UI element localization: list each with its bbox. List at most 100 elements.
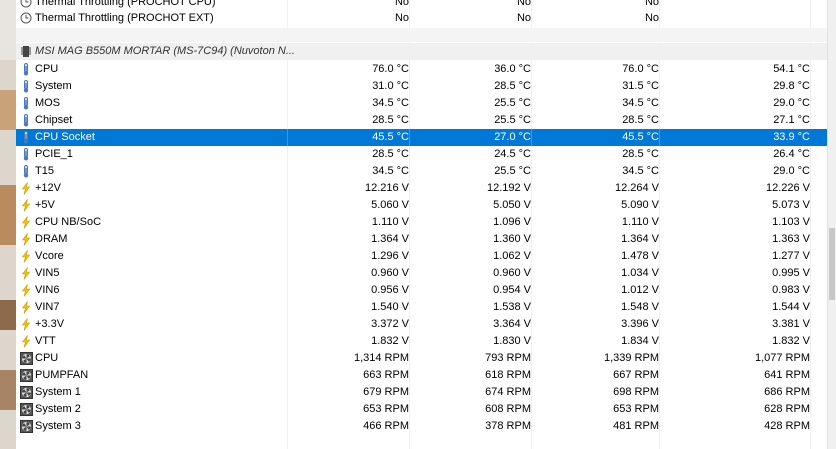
sensor-row[interactable]: +3.3V 3.372 V 3.364 V 3.396 V 3.381 V bbox=[16, 316, 828, 333]
sensor-label: System 3 bbox=[35, 420, 81, 432]
scrollbar-thumb[interactable] bbox=[829, 228, 835, 300]
sensor-label: CPU Socket bbox=[35, 131, 95, 143]
avg-value: 27.1 °C bbox=[773, 114, 810, 126]
scrollbar[interactable] bbox=[827, 0, 836, 449]
max-value: 1.012 V bbox=[621, 284, 659, 296]
sensor-row[interactable]: VIN7 1.540 V 1.538 V 1.548 V 1.544 V bbox=[16, 299, 828, 316]
current-value: 3.372 V bbox=[371, 318, 409, 330]
sensor-label: Vcore bbox=[35, 250, 64, 262]
sensor-row[interactable]: CPU NB/SoC 1.110 V 1.096 V 1.110 V 1.103 V bbox=[16, 214, 828, 231]
max-value: 31.5 °C bbox=[622, 80, 659, 92]
max-value: 1,339 RPM bbox=[603, 352, 659, 364]
sensor-label: VIN7 bbox=[35, 301, 60, 313]
avg-value: 54.1 °C bbox=[773, 63, 810, 75]
current-value: 34.5 °C bbox=[372, 97, 409, 109]
min-value: 27.0 °C bbox=[494, 131, 531, 143]
clock-icon bbox=[20, 0, 32, 9]
sensor-row[interactable]: CPU 1,314 RPM 793 RPM 1,339 RPM 1,077 RPM bbox=[16, 350, 828, 367]
sensor-row[interactable]: VTT 1.832 V 1.830 V 1.834 V 1.832 V bbox=[16, 333, 828, 350]
clock-icon bbox=[20, 12, 32, 25]
min-value: 25.5 °C bbox=[494, 97, 531, 109]
sensor-label: CPU bbox=[35, 352, 59, 364]
sensor-row[interactable]: VIN5 0.960 V 0.960 V 1.034 V 0.995 V bbox=[16, 265, 828, 282]
sensor-label: +5V bbox=[35, 199, 55, 211]
sensor-label: DRAM bbox=[35, 233, 68, 245]
avg-value: 3.381 V bbox=[772, 318, 810, 330]
max-value: 76.0 °C bbox=[622, 63, 659, 75]
avg-value: 26.4 °C bbox=[773, 148, 810, 160]
max-value: 28.5 °C bbox=[622, 148, 659, 160]
sensor-label: PCIE_1 bbox=[35, 148, 73, 160]
max-value: 1.364 V bbox=[621, 233, 659, 245]
sensor-label: VIN5 bbox=[35, 267, 60, 279]
max-value: 5.090 V bbox=[621, 199, 659, 211]
sensor-row[interactable]: VIN6 0.956 V 0.954 V 1.012 V 0.983 V bbox=[16, 282, 828, 299]
min-value: 24.5 °C bbox=[494, 148, 531, 160]
min-value: 618 RPM bbox=[485, 369, 531, 381]
current-value: 679 RPM bbox=[363, 386, 409, 398]
group-spacer bbox=[16, 28, 828, 42]
current-value: 1.364 V bbox=[371, 233, 409, 245]
min-value: 25.5 °C bbox=[494, 114, 531, 126]
current-value: 28.5 °C bbox=[372, 114, 409, 126]
sensor-row[interactable]: PUMPFAN 663 RPM 618 RPM 667 RPM 641 RPM bbox=[16, 367, 828, 384]
sensor-label: System 2 bbox=[35, 403, 81, 415]
min-value: 1.062 V bbox=[493, 250, 531, 262]
max-value: 481 RPM bbox=[613, 420, 659, 432]
device-header[interactable]: MSI MAG B550M MORTAR (MS-7C94) (Nuvoton … bbox=[16, 43, 828, 60]
min-value: 28.5 °C bbox=[494, 80, 531, 92]
sensor-label: VIN6 bbox=[35, 284, 60, 296]
current-value: 653 RPM bbox=[363, 403, 409, 415]
fan-icon bbox=[20, 369, 33, 382]
max-value: 1.110 V bbox=[621, 216, 659, 228]
sensor-label: CPU NB/SoC bbox=[35, 216, 102, 228]
max-value: 698 RPM bbox=[613, 386, 659, 398]
sensor-row[interactable]: Chipset 28.5 °C 25.5 °C 28.5 °C 27.1 °C bbox=[16, 112, 828, 129]
fan-icon bbox=[20, 403, 33, 416]
background-window-strip bbox=[0, 0, 16, 449]
sensor-row-prochot-ext[interactable]: Thermal Throttling (PROCHOT EXT) No No N… bbox=[16, 10, 828, 27]
lightning-icon bbox=[20, 335, 32, 348]
sensor-label: +12V bbox=[35, 182, 61, 194]
sensor-row[interactable]: System 31.0 °C 28.5 °C 31.5 °C 29.8 °C bbox=[16, 78, 828, 95]
avg-value: 29.0 °C bbox=[773, 165, 810, 177]
column-divider bbox=[409, 129, 410, 146]
avg-value bbox=[660, 10, 810, 27]
max-value: 28.5 °C bbox=[622, 114, 659, 126]
sensor-label: System 1 bbox=[35, 386, 81, 398]
sensor-row[interactable]: Vcore 1.296 V 1.062 V 1.478 V 1.277 V bbox=[16, 248, 828, 265]
sensor-row[interactable]: CPU 76.0 °C 36.0 °C 76.0 °C 54.1 °C bbox=[16, 61, 828, 78]
avg-value: 29.8 °C bbox=[773, 80, 810, 92]
avg-value: 686 RPM bbox=[764, 386, 810, 398]
current-value: 45.5 °C bbox=[372, 131, 409, 143]
current-value: 34.5 °C bbox=[372, 165, 409, 177]
sensor-row[interactable]: DRAM 1.364 V 1.360 V 1.364 V 1.363 V bbox=[16, 231, 828, 248]
sensor-row[interactable]: T15 34.5 °C 25.5 °C 34.5 °C 29.0 °C bbox=[16, 163, 828, 180]
sensor-row[interactable]: MOS 34.5 °C 25.5 °C 34.5 °C 29.0 °C bbox=[16, 95, 828, 112]
sensor-label: PUMPFAN bbox=[35, 369, 89, 381]
sensor-row[interactable]: +12V 12.216 V 12.192 V 12.264 V 12.226 V bbox=[16, 180, 828, 197]
lightning-icon bbox=[20, 182, 32, 195]
avg-value: 33.9 °C bbox=[773, 131, 810, 143]
sensor-row[interactable]: +5V 5.060 V 5.050 V 5.090 V 5.073 V bbox=[16, 197, 828, 214]
column-divider bbox=[287, 129, 288, 146]
thermometer-icon bbox=[20, 165, 32, 178]
column-divider bbox=[659, 129, 660, 146]
sensor-row[interactable]: PCIE_1 28.5 °C 24.5 °C 28.5 °C 26.4 °C bbox=[16, 146, 828, 163]
min-value: 608 RPM bbox=[485, 403, 531, 415]
avg-value: 5.073 V bbox=[772, 199, 810, 211]
sensor-label: Thermal Throttling (PROCHOT EXT) bbox=[35, 12, 214, 24]
max-value: 1.834 V bbox=[621, 335, 659, 347]
sensor-row-selected[interactable]: CPU Socket 45.5 °C 27.0 °C 45.5 °C 33.9 °C bbox=[16, 129, 828, 146]
lightning-icon bbox=[20, 301, 32, 314]
sensor-row[interactable]: System 2 653 RPM 608 RPM 653 RPM 628 RPM bbox=[16, 401, 828, 418]
fan-icon bbox=[20, 386, 33, 399]
sensor-row[interactable]: System 3 466 RPM 378 RPM 481 RPM 428 RPM bbox=[16, 418, 828, 435]
sensor-label: Chipset bbox=[35, 114, 73, 126]
current-value: 466 RPM bbox=[363, 420, 409, 432]
thermometer-icon bbox=[20, 80, 32, 93]
current-value: No bbox=[394, 12, 409, 24]
sensor-row[interactable]: System 1 679 RPM 674 RPM 698 RPM 686 RPM bbox=[16, 384, 828, 401]
fan-icon bbox=[20, 352, 33, 365]
sensor-label: MOS bbox=[35, 97, 61, 109]
